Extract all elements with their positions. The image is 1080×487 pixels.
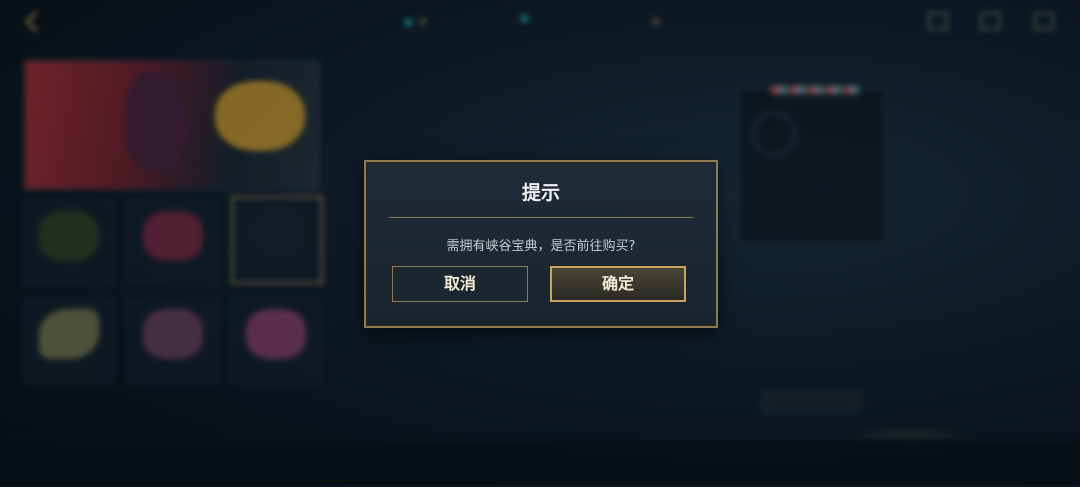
prompt-dialog: 提示 需拥有峡谷宝典，是否前往购买? 取消 确定	[364, 160, 718, 328]
dialog-message: 需拥有峡谷宝典，是否前往购买?	[446, 239, 636, 254]
dialog-title: 提示	[521, 182, 560, 204]
cancel-button[interactable]: 取消	[392, 266, 528, 302]
confirm-button[interactable]: 确定	[550, 266, 686, 302]
dialog-divider	[389, 217, 693, 218]
